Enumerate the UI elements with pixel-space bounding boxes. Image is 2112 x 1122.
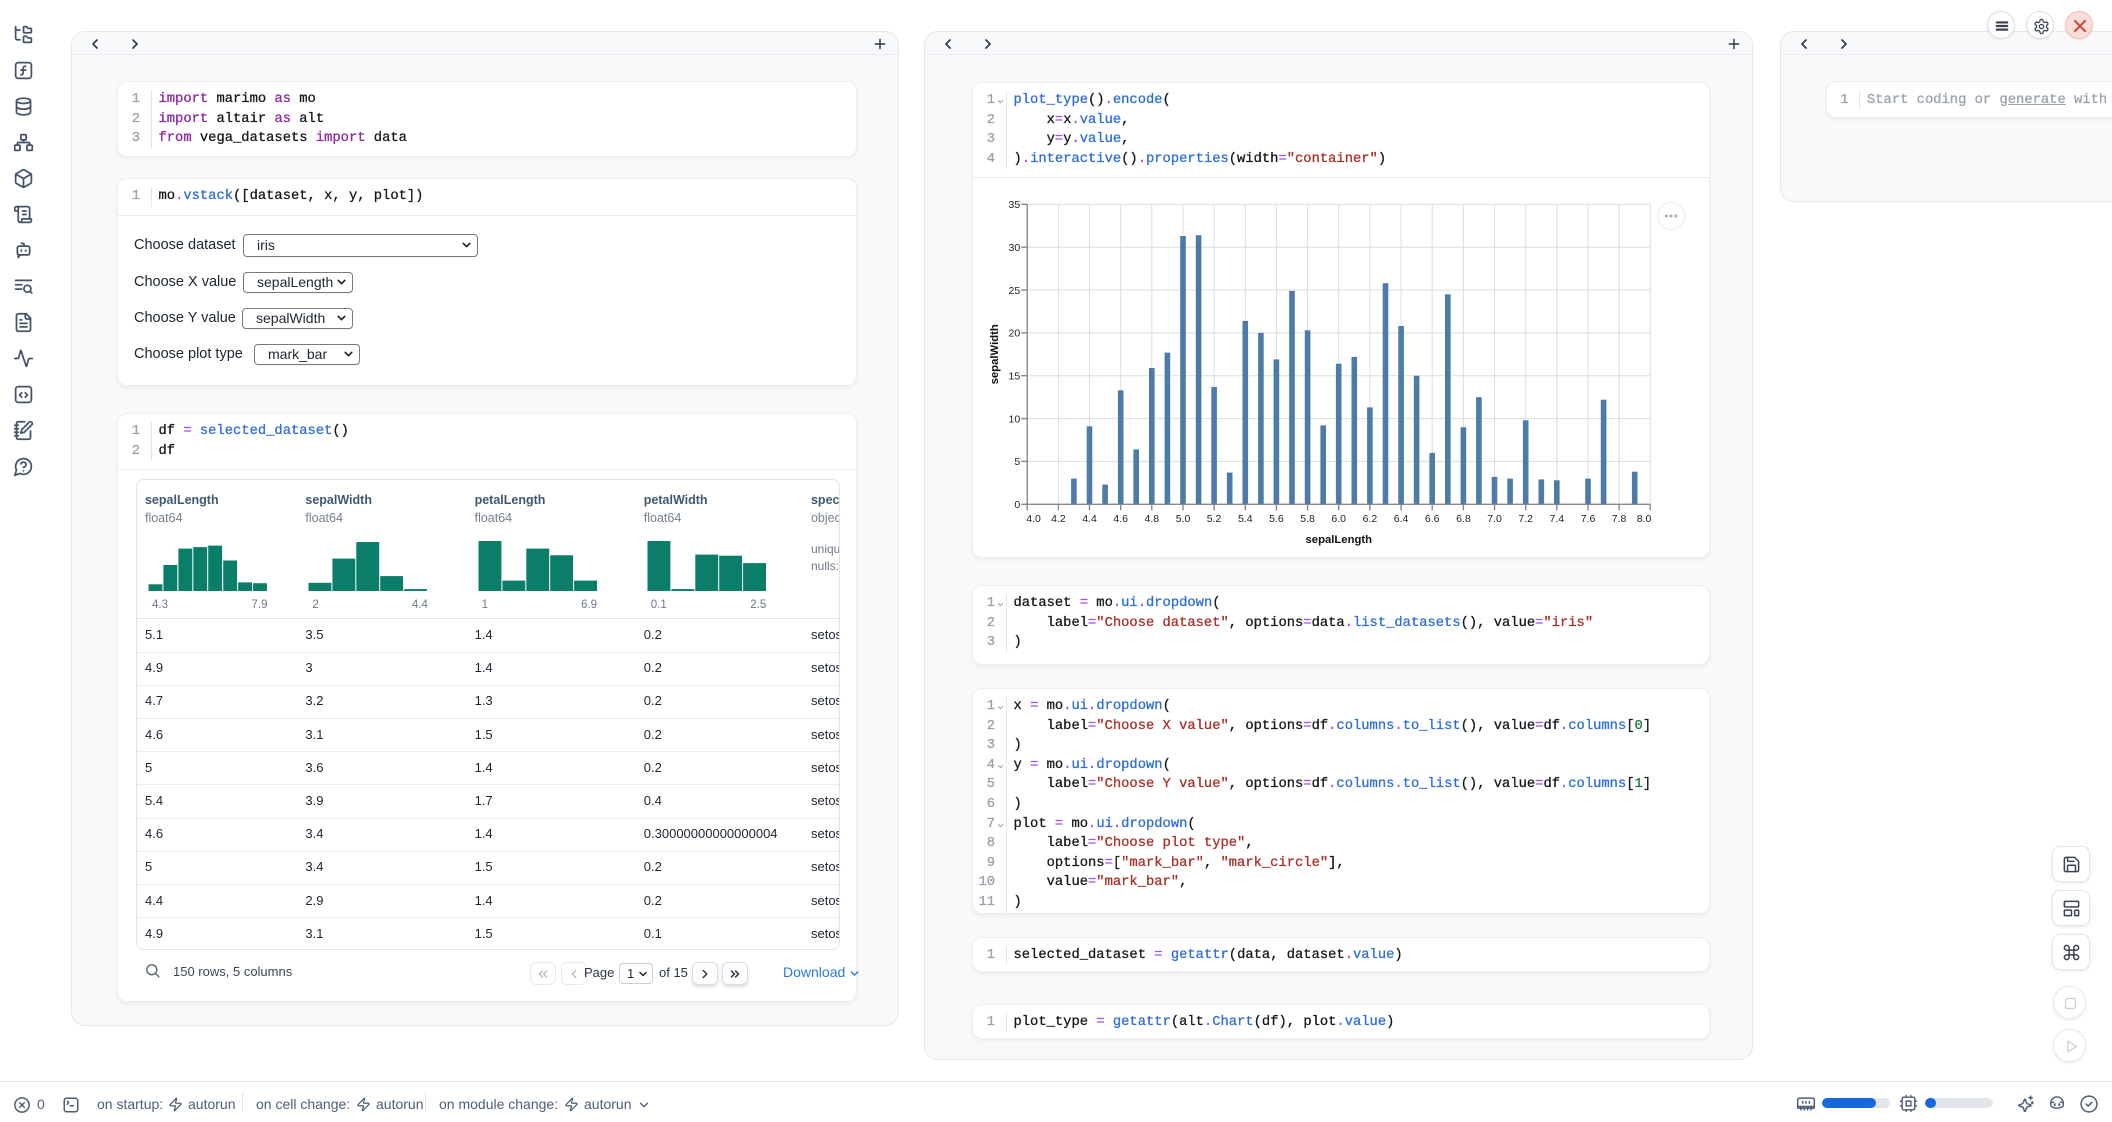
svg-text:8.0: 8.0 [1637, 513, 1652, 525]
svg-text:10: 10 [1009, 413, 1021, 425]
svg-text:7.8: 7.8 [1612, 513, 1627, 525]
svg-text:4.6: 4.6 [1113, 513, 1128, 525]
svg-text:7.6: 7.6 [1581, 513, 1596, 525]
svg-text:sepalLength: sepalLength [1306, 534, 1373, 546]
svg-text:6.8: 6.8 [1456, 513, 1471, 525]
svg-text:5.4: 5.4 [1238, 513, 1253, 525]
svg-text:6.6: 6.6 [1425, 513, 1440, 525]
svg-text:5.6: 5.6 [1269, 513, 1284, 525]
svg-text:0: 0 [1014, 499, 1020, 511]
svg-text:7.2: 7.2 [1518, 513, 1533, 525]
svg-text:sepalWidth: sepalWidth [989, 324, 1001, 384]
svg-text:4.4: 4.4 [1082, 513, 1097, 525]
svg-text:4.0: 4.0 [1026, 513, 1041, 525]
svg-text:4.8: 4.8 [1144, 513, 1159, 525]
svg-text:5.0: 5.0 [1176, 513, 1191, 525]
svg-text:35: 35 [1009, 199, 1021, 211]
svg-text:5.8: 5.8 [1300, 513, 1315, 525]
svg-text:6.0: 6.0 [1331, 513, 1346, 525]
svg-text:5.2: 5.2 [1207, 513, 1222, 525]
svg-text:5: 5 [1014, 456, 1020, 468]
svg-text:4.2: 4.2 [1051, 513, 1066, 525]
svg-text:25: 25 [1009, 285, 1021, 297]
svg-text:15: 15 [1009, 371, 1021, 383]
svg-text:6.2: 6.2 [1363, 513, 1378, 525]
svg-text:6.4: 6.4 [1394, 513, 1409, 525]
svg-text:7.4: 7.4 [1549, 513, 1564, 525]
svg-text:30: 30 [1009, 242, 1021, 254]
svg-text:20: 20 [1009, 328, 1021, 340]
svg-text:7.0: 7.0 [1487, 513, 1502, 525]
